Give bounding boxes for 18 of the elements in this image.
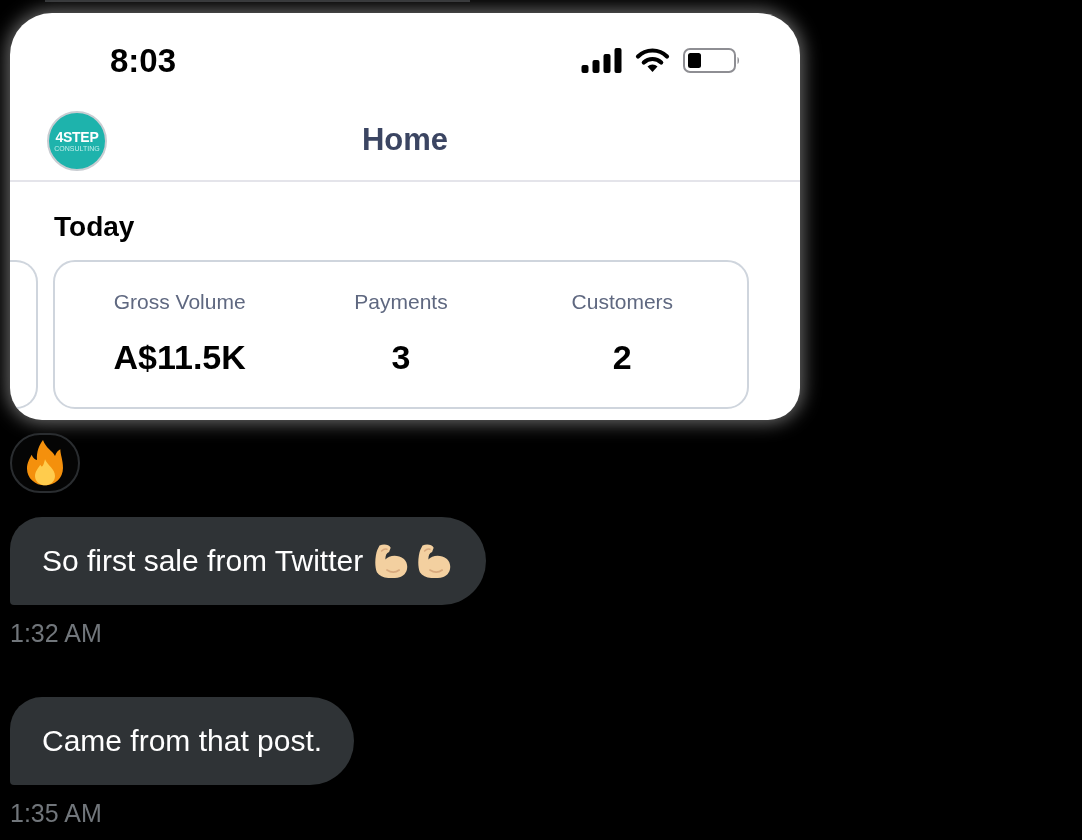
- section-title: Today: [54, 210, 135, 244]
- stat-label: Customers: [571, 289, 674, 315]
- wifi-icon: [635, 48, 670, 72]
- message-time: 1:32 AM: [10, 618, 102, 648]
- battery-icon: [683, 47, 740, 73]
- message-text: Came from that post.: [42, 723, 323, 759]
- status-time: 8:03: [110, 43, 177, 77]
- stat-label: Payments: [354, 289, 448, 315]
- stat-value: 2: [612, 337, 632, 377]
- stat-label: Gross Volume: [113, 289, 246, 315]
- stat-value: 3: [391, 337, 411, 377]
- message-time: 1:35 AM: [10, 798, 102, 828]
- stat-value: A$11.5K: [113, 337, 246, 377]
- reaction-badge[interactable]: [10, 433, 80, 493]
- signal-icon: [581, 47, 622, 73]
- logo-text: 4STEP: [55, 129, 99, 144]
- page-title: Home: [361, 121, 449, 160]
- message-text: So first sale from Twitter: [42, 543, 364, 579]
